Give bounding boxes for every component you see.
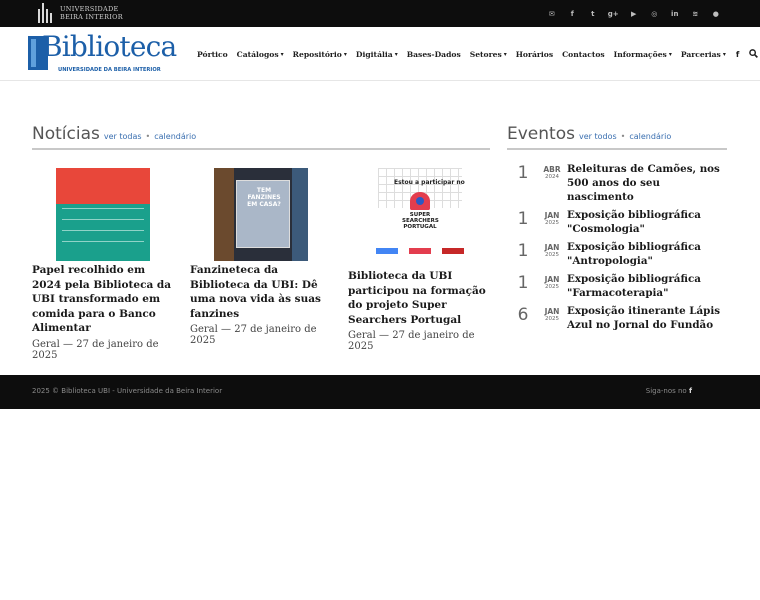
follow-us[interactable]: Siga-nos no f [646,387,692,395]
events-view-all-link[interactable]: ver todos [579,132,617,141]
nav-repositorio[interactable]: Repositório ▾ [293,50,347,59]
event-item[interactable]: 1 JAN 2025 Exposição bibliográfica "Antro… [509,240,729,268]
event-month: ABR [543,165,561,174]
ubi-wordmark: UNIVERSIDADE BEIRA INTERIOR [60,5,123,21]
event-month: JAN [544,275,560,284]
event-year: 2025 [545,252,559,258]
news-image-subtext: SUPER SEARCHERS PORTUGAL [402,212,439,230]
google-plus-icon[interactable]: g+ [603,10,624,18]
news-calendar-link[interactable]: calendário [154,132,196,141]
ubi-line-2: BEIRA INTERIOR [60,13,123,21]
news-item-title[interactable]: Fanzineteca da Biblioteca da UBI: Dê uma… [190,263,332,321]
news-item[interactable]: Estou a participar no SUPER SEARCHERS PO… [348,168,490,352]
event-title[interactable]: Releituras de Camões, nos 500 anos do se… [567,162,729,204]
chevron-down-icon: ▾ [343,50,347,58]
separator-dot: • [620,132,626,141]
events-title: Eventos [507,124,575,144]
top-bar: UNIVERSIDADE BEIRA INTERIOR ✉ f t g+ ▶ ◎… [0,0,760,27]
event-month: JAN [544,211,560,220]
facebook-icon[interactable]: f [689,387,692,395]
heart-icon [410,192,430,210]
event-item[interactable]: 1 JAN 2025 Exposição bibliográfica "Farma… [509,272,729,300]
event-day: 6 [517,305,529,325]
main-nav: Pórtico Catálogos ▾ Repositório ▾ Digitáli… [197,27,759,81]
chevron-down-icon: ▾ [280,50,284,58]
events-list: 1 ABR 2024 Releituras de Camões, nos 500 … [509,162,729,336]
nav-setores[interactable]: Setores ▾ [470,50,507,59]
chevron-down-icon: ▾ [722,50,726,58]
news-image[interactable]: TEM FANZINES EM CASA? [214,168,308,261]
event-title[interactable]: Exposição itinerante Lápis Azul no Jorna… [567,304,729,332]
brand-name: Biblioteca [42,30,177,63]
nav-contactos[interactable]: Contactos [562,50,605,59]
event-item[interactable]: 6 JAN 2025 Exposição itinerante Lápis Azu… [509,304,729,332]
ubi-logo[interactable]: UNIVERSIDADE BEIRA INTERIOR [36,3,123,23]
email-icon[interactable]: ✉ [542,10,563,18]
news-item-title[interactable]: Biblioteca da UBI participou na formação… [348,269,490,327]
news-view-all-link[interactable]: ver todas [104,132,142,141]
event-year: 2024 [545,174,559,180]
facebook-icon[interactable]: f [736,50,739,59]
instagram-icon[interactable]: ◎ [644,10,665,18]
event-month: JAN [544,243,560,252]
chevron-down-icon: ▾ [503,50,507,58]
news-image-text: TEM FANZINES EM CASA? [247,187,281,208]
nav-digitalia[interactable]: Digitália ▾ [356,50,398,59]
event-year: 2025 [545,316,559,322]
nav-informacoes[interactable]: Informações ▾ [614,50,672,59]
event-day: 1 [517,273,529,293]
event-item[interactable]: 1 ABR 2024 Releituras de Camões, nos 500 … [509,162,729,204]
user-icon[interactable]: ● [706,10,727,18]
event-day: 1 [517,209,529,229]
site-header: Biblioteca UNIVERSIDADE DA BEIRA INTERIO… [0,27,760,81]
copyright-text: 2025 © Biblioteca UBI - Universidade da … [32,387,223,395]
news-item-title[interactable]: Papel recolhido em 2024 pela Biblioteca … [32,263,174,336]
event-title[interactable]: Exposição bibliográfica "Cosmologia" [567,208,729,236]
linkedin-icon[interactable]: in [665,10,686,18]
news-item[interactable]: Papel recolhido em 2024 pela Biblioteca … [32,168,174,361]
news-image[interactable]: Estou a participar no SUPER SEARCHERS PO… [372,168,466,261]
news-title: Notícias [32,124,100,144]
event-day: 1 [517,163,529,183]
nav-catalogos[interactable]: Catálogos ▾ [237,50,284,59]
follow-label: Siga-nos no [645,387,687,395]
nav-portico[interactable]: Pórtico [197,50,228,59]
social-links: ✉ f t g+ ▶ ◎ in ≋ ● [542,0,727,27]
events-calendar-link[interactable]: calendário [629,132,671,141]
ubi-line-1: UNIVERSIDADE [60,5,119,13]
news-item-meta: Geral — 27 de janeiro de 2025 [348,330,475,352]
event-year: 2025 [545,284,559,290]
event-year: 2025 [545,220,559,226]
nav-parcerias[interactable]: Parcerias ▾ [681,50,726,59]
separator-dot: • [145,132,151,141]
nav-bases-dados[interactable]: Bases-Dados [407,50,461,59]
news-image[interactable] [56,168,150,261]
rss-icon[interactable]: ≋ [685,10,706,18]
search-icon[interactable] [749,48,759,60]
news-item-meta: Geral — 27 de janeiro de 2025 [32,338,159,361]
brand-subtitle: UNIVERSIDADE DA BEIRA INTERIOR [58,67,161,73]
nav-horarios[interactable]: Horários [516,50,553,59]
site-footer: 2025 © Biblioteca UBI - Universidade da … [0,375,760,409]
chevron-down-icon: ▾ [668,50,672,58]
events-header: Eventos ver todos • calendário [507,124,727,150]
event-day: 1 [517,241,529,261]
event-item[interactable]: 1 JAN 2025 Exposição bibliográfica "Cosmo… [509,208,729,236]
biblioteca-logo[interactable]: Biblioteca UNIVERSIDADE DA BEIRA INTERIO… [28,30,177,75]
twitter-icon[interactable]: t [583,10,604,18]
event-month: JAN [544,307,560,316]
ubi-mark-icon [36,3,54,23]
event-title[interactable]: Exposição bibliográfica "Antropologia" [567,240,729,268]
news-item[interactable]: TEM FANZINES EM CASA? Fanzineteca da Bib… [190,168,332,346]
news-item-meta: Geral — 27 de janeiro de 2025 [190,324,317,346]
youtube-icon[interactable]: ▶ [624,10,645,18]
news-image-text: Estou a participar no [394,179,465,186]
news-header: Notícias ver todas • calendário [32,124,490,150]
event-title[interactable]: Exposição bibliográfica "Farmacoterapia" [567,272,729,300]
facebook-icon[interactable]: f [562,10,583,18]
chevron-down-icon: ▾ [394,50,398,58]
